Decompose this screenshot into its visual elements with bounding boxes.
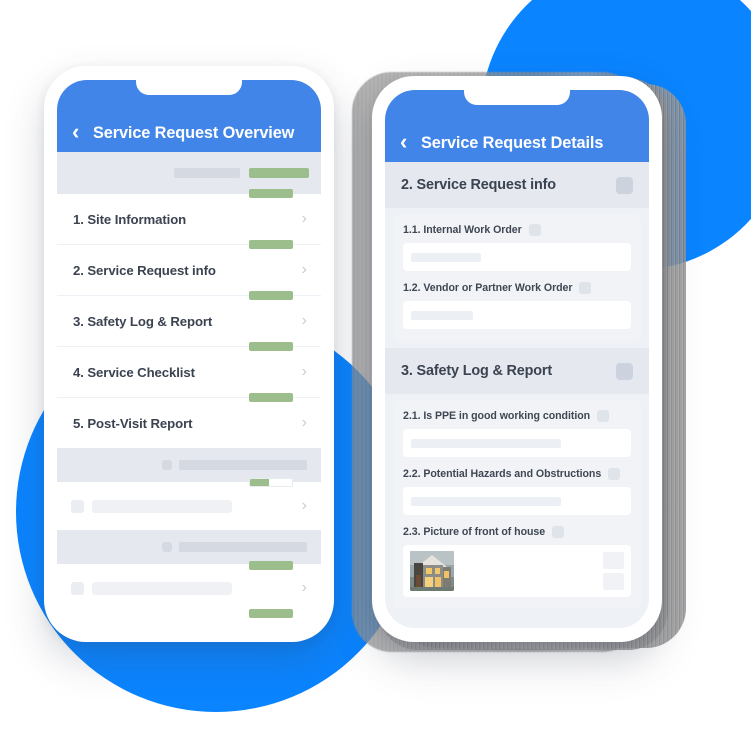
phone-notch <box>464 90 570 105</box>
field-label: 1.1. Internal Work Order <box>403 224 522 236</box>
section-card: 1.1. Internal Work Order 1.2. Vendor or … <box>393 214 641 341</box>
section-checkbox[interactable] <box>616 362 633 380</box>
house-photo-thumbnail[interactable] <box>410 551 454 591</box>
list-item-label: 2. Service Request info <box>73 262 216 278</box>
summary-progress-bar <box>249 168 309 178</box>
field-label-row: 2.2. Potential Hazards and Obstructions <box>403 468 631 480</box>
field-label: 2.2. Potential Hazards and Obstructions <box>403 468 602 480</box>
page-title: Service Request Overview <box>93 123 295 142</box>
details-body[interactable]: 2. Service Request info 1.1. Internal Wo… <box>385 162 649 628</box>
field-checkbox[interactable] <box>552 526 565 538</box>
input-placeholder-bar <box>411 252 481 262</box>
list-item-label: 5. Post-Visit Report <box>73 415 193 431</box>
section-title: 2. Service Request info <box>401 177 556 193</box>
hazards-obstructions-input[interactable] <box>403 487 631 515</box>
skeleton-list-item[interactable]: › <box>57 609 321 628</box>
details-screen: ‹ Service Request Details 2. Service Req… <box>385 90 649 628</box>
section-progress-bar <box>249 189 293 198</box>
ppe-condition-input[interactable] <box>403 429 631 457</box>
details-appbar: ‹ Service Request Details <box>385 90 649 162</box>
chevron-right-icon: › <box>301 312 307 329</box>
section-card: 2.1. Is PPE in good working condition 2.… <box>393 400 641 609</box>
phone-details: ‹ Service Request Details 2. Service Req… <box>372 76 662 642</box>
section-progress-bar <box>249 342 293 351</box>
field-label: 2.3. Picture of front of house <box>403 526 546 538</box>
section-header-safety-log-report[interactable]: 3. Safety Log & Report <box>385 348 649 394</box>
chevron-right-icon: › <box>301 414 307 431</box>
form-field: 1.2. Vendor or Partner Work Order <box>393 282 641 329</box>
photo-remove-button[interactable] <box>603 573 624 590</box>
chevron-right-icon: › <box>301 579 307 596</box>
field-label: 2.1. Is PPE in good working condition <box>403 410 591 422</box>
field-checkbox[interactable] <box>597 410 610 422</box>
illustration-stage: ‹ Service Request Overview 1. Site Infor… <box>0 0 751 756</box>
phone-overview: ‹ Service Request Overview 1. Site Infor… <box>44 66 334 642</box>
input-placeholder-bar <box>411 310 473 320</box>
overview-appbar: ‹ Service Request Overview <box>57 80 321 152</box>
photo-action-buttons <box>603 552 624 590</box>
internal-work-order-input[interactable] <box>403 243 631 271</box>
field-label-row: 1.2. Vendor or Partner Work Order <box>403 282 631 294</box>
section-checkbox[interactable] <box>616 176 633 194</box>
page-title: Service Request Details <box>421 133 604 152</box>
list-item[interactable]: 2. Service Request info › <box>57 240 321 296</box>
section-progress-bar <box>249 561 293 570</box>
section-progress-bar <box>249 393 293 402</box>
skeleton-header-bar <box>179 542 307 552</box>
skeleton-line <box>92 581 232 595</box>
photo-add-button[interactable] <box>603 552 624 569</box>
form-field: 1.1. Internal Work Order <box>393 224 641 271</box>
back-chevron-icon[interactable]: ‹ <box>400 131 412 153</box>
list-item[interactable]: 4. Service Checklist › <box>57 342 321 398</box>
list-item-label: 3. Safety Log & Report <box>73 313 213 329</box>
section-title: 3. Safety Log & Report <box>401 363 553 379</box>
skeleton-square <box>162 542 172 552</box>
chevron-right-icon: › <box>301 210 307 227</box>
list-item[interactable]: 3. Safety Log & Report › <box>57 291 321 347</box>
field-checkbox[interactable] <box>608 468 621 480</box>
field-label-row: 2.1. Is PPE in good working condition <box>403 410 631 422</box>
list-item-label: 1. Site Information <box>73 211 187 227</box>
section-progress-bar <box>249 291 293 300</box>
section-progress-bar <box>249 240 293 249</box>
skeleton-header-bar <box>179 460 307 470</box>
skeleton-square <box>71 499 84 513</box>
chevron-right-icon: › <box>301 261 307 278</box>
field-label-row: 2.3. Picture of front of house <box>403 526 631 538</box>
section-progress-fill <box>250 479 269 486</box>
skeleton-group-header <box>57 530 321 564</box>
list-item[interactable]: 1. Site Information › <box>57 189 321 245</box>
section-progress-track <box>249 478 293 487</box>
overview-body[interactable]: 1. Site Information › 2. Service Request… <box>57 152 321 628</box>
section-header-service-request-info[interactable]: 2. Service Request info <box>385 162 649 208</box>
skeleton-square <box>71 581 84 595</box>
field-label-row: 1.1. Internal Work Order <box>403 224 631 236</box>
input-placeholder-bar <box>411 438 561 448</box>
overview-summary-strip <box>57 152 321 194</box>
vendor-work-order-input[interactable] <box>403 301 631 329</box>
form-field: 2.2. Potential Hazards and Obstructions <box>393 468 641 515</box>
form-field: 2.1. Is PPE in good working condition <box>393 410 641 457</box>
form-field: 2.3. Picture of front of house <box>393 526 641 597</box>
chevron-right-icon: › <box>301 363 307 380</box>
back-chevron-icon[interactable]: ‹ <box>72 121 84 143</box>
list-item[interactable]: 5. Post-Visit Report › <box>57 393 321 448</box>
field-label: 1.2. Vendor or Partner Work Order <box>403 282 573 294</box>
skeleton-line <box>92 499 232 513</box>
section-progress-bar <box>249 609 293 618</box>
phone-notch <box>136 80 242 95</box>
field-checkbox[interactable] <box>528 224 541 236</box>
skeleton-group-header <box>57 448 321 482</box>
skeleton-square <box>162 460 172 470</box>
chevron-right-icon: › <box>301 497 307 514</box>
house-photo-upload-row[interactable] <box>403 545 631 597</box>
field-checkbox[interactable] <box>579 282 592 294</box>
input-placeholder-bar <box>411 496 561 506</box>
overview-screen: ‹ Service Request Overview 1. Site Infor… <box>57 80 321 628</box>
list-item-label: 4. Service Checklist <box>73 364 195 380</box>
skeleton-list-item[interactable]: › <box>57 561 321 612</box>
summary-placeholder-bar <box>174 168 240 178</box>
skeleton-list-item[interactable]: › <box>57 478 321 530</box>
